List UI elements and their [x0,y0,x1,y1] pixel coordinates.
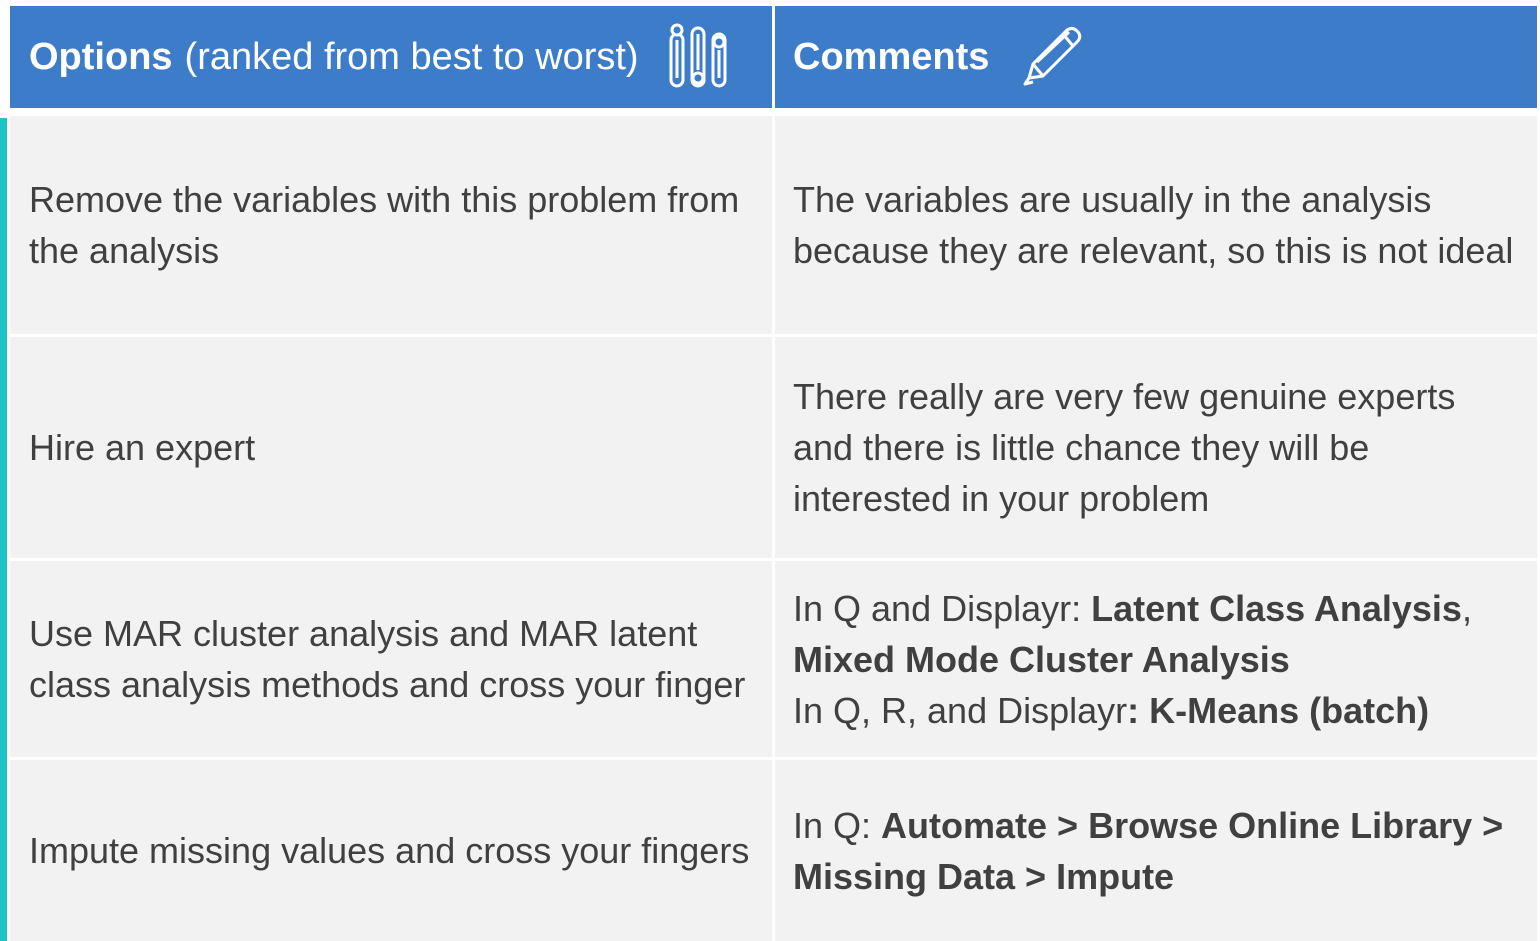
comment-text: The variables are usually in the analysi… [793,179,1514,271]
comment-text-plain: In Q, R, and Displayr [793,689,1128,731]
option-text: Use MAR cluster analysis and MAR latent … [29,613,746,705]
comment-text-plain: In Q: [793,804,882,846]
option-cell: Hire an expert [10,337,772,558]
comment-text-plain: In Q and Displayr: [793,587,1092,629]
latent-class-analysis-link: Latent Class Analysis [1091,587,1462,629]
comment-cell: The variables are usually in the analysi… [775,116,1537,334]
options-comments-table: Options (ranked from best to worst) Comm… [0,0,1540,941]
k-means-batch-link: : K-Means (batch) [1127,689,1430,731]
table-row: Hire an expert There really are very few… [10,337,1537,558]
comment-text: In Q: Automate > Browse Online Library >… [793,800,1519,902]
table-header: Options (ranked from best to worst) Comm… [10,6,1537,108]
sliders-icon [665,22,731,92]
options-label: Options [29,35,173,78]
table-row: Impute missing values and cross your fin… [10,760,1537,941]
menu-path: Automate > Browse Online Library > Missi… [793,804,1504,897]
options-subtitle: (ranked from best to worst) [184,35,639,78]
pencil-icon [1015,22,1085,92]
comment-cell: In Q and Displayr: Latent Class Analysis… [775,561,1537,757]
header-options: Options (ranked from best to worst) [10,6,772,108]
comment-cell: There really are very few genuine expert… [775,337,1537,558]
comment-text: In Q and Displayr: Latent Class Analysis… [793,583,1472,736]
option-text: Remove the variables with this problem f… [29,179,740,271]
option-text: Hire an expert [29,427,256,468]
header-comments: Comments [775,6,1537,108]
table-row: Use MAR cluster analysis and MAR latent … [10,561,1537,757]
option-text: Impute missing values and cross your fin… [29,830,750,871]
accent-bar [0,118,7,941]
option-cell: Impute missing values and cross your fin… [10,760,772,941]
option-cell: Use MAR cluster analysis and MAR latent … [10,561,772,757]
option-cell: Remove the variables with this problem f… [10,116,772,334]
mixed-mode-cluster-analysis-link: Mixed Mode Cluster Analysis [793,638,1290,680]
comments-label: Comments [793,35,990,78]
table-row: Remove the variables with this problem f… [10,116,1537,334]
comment-text: There really are very few genuine expert… [793,376,1456,519]
comment-cell: In Q: Automate > Browse Online Library >… [775,760,1537,941]
comment-text-plain: , [1461,587,1472,629]
